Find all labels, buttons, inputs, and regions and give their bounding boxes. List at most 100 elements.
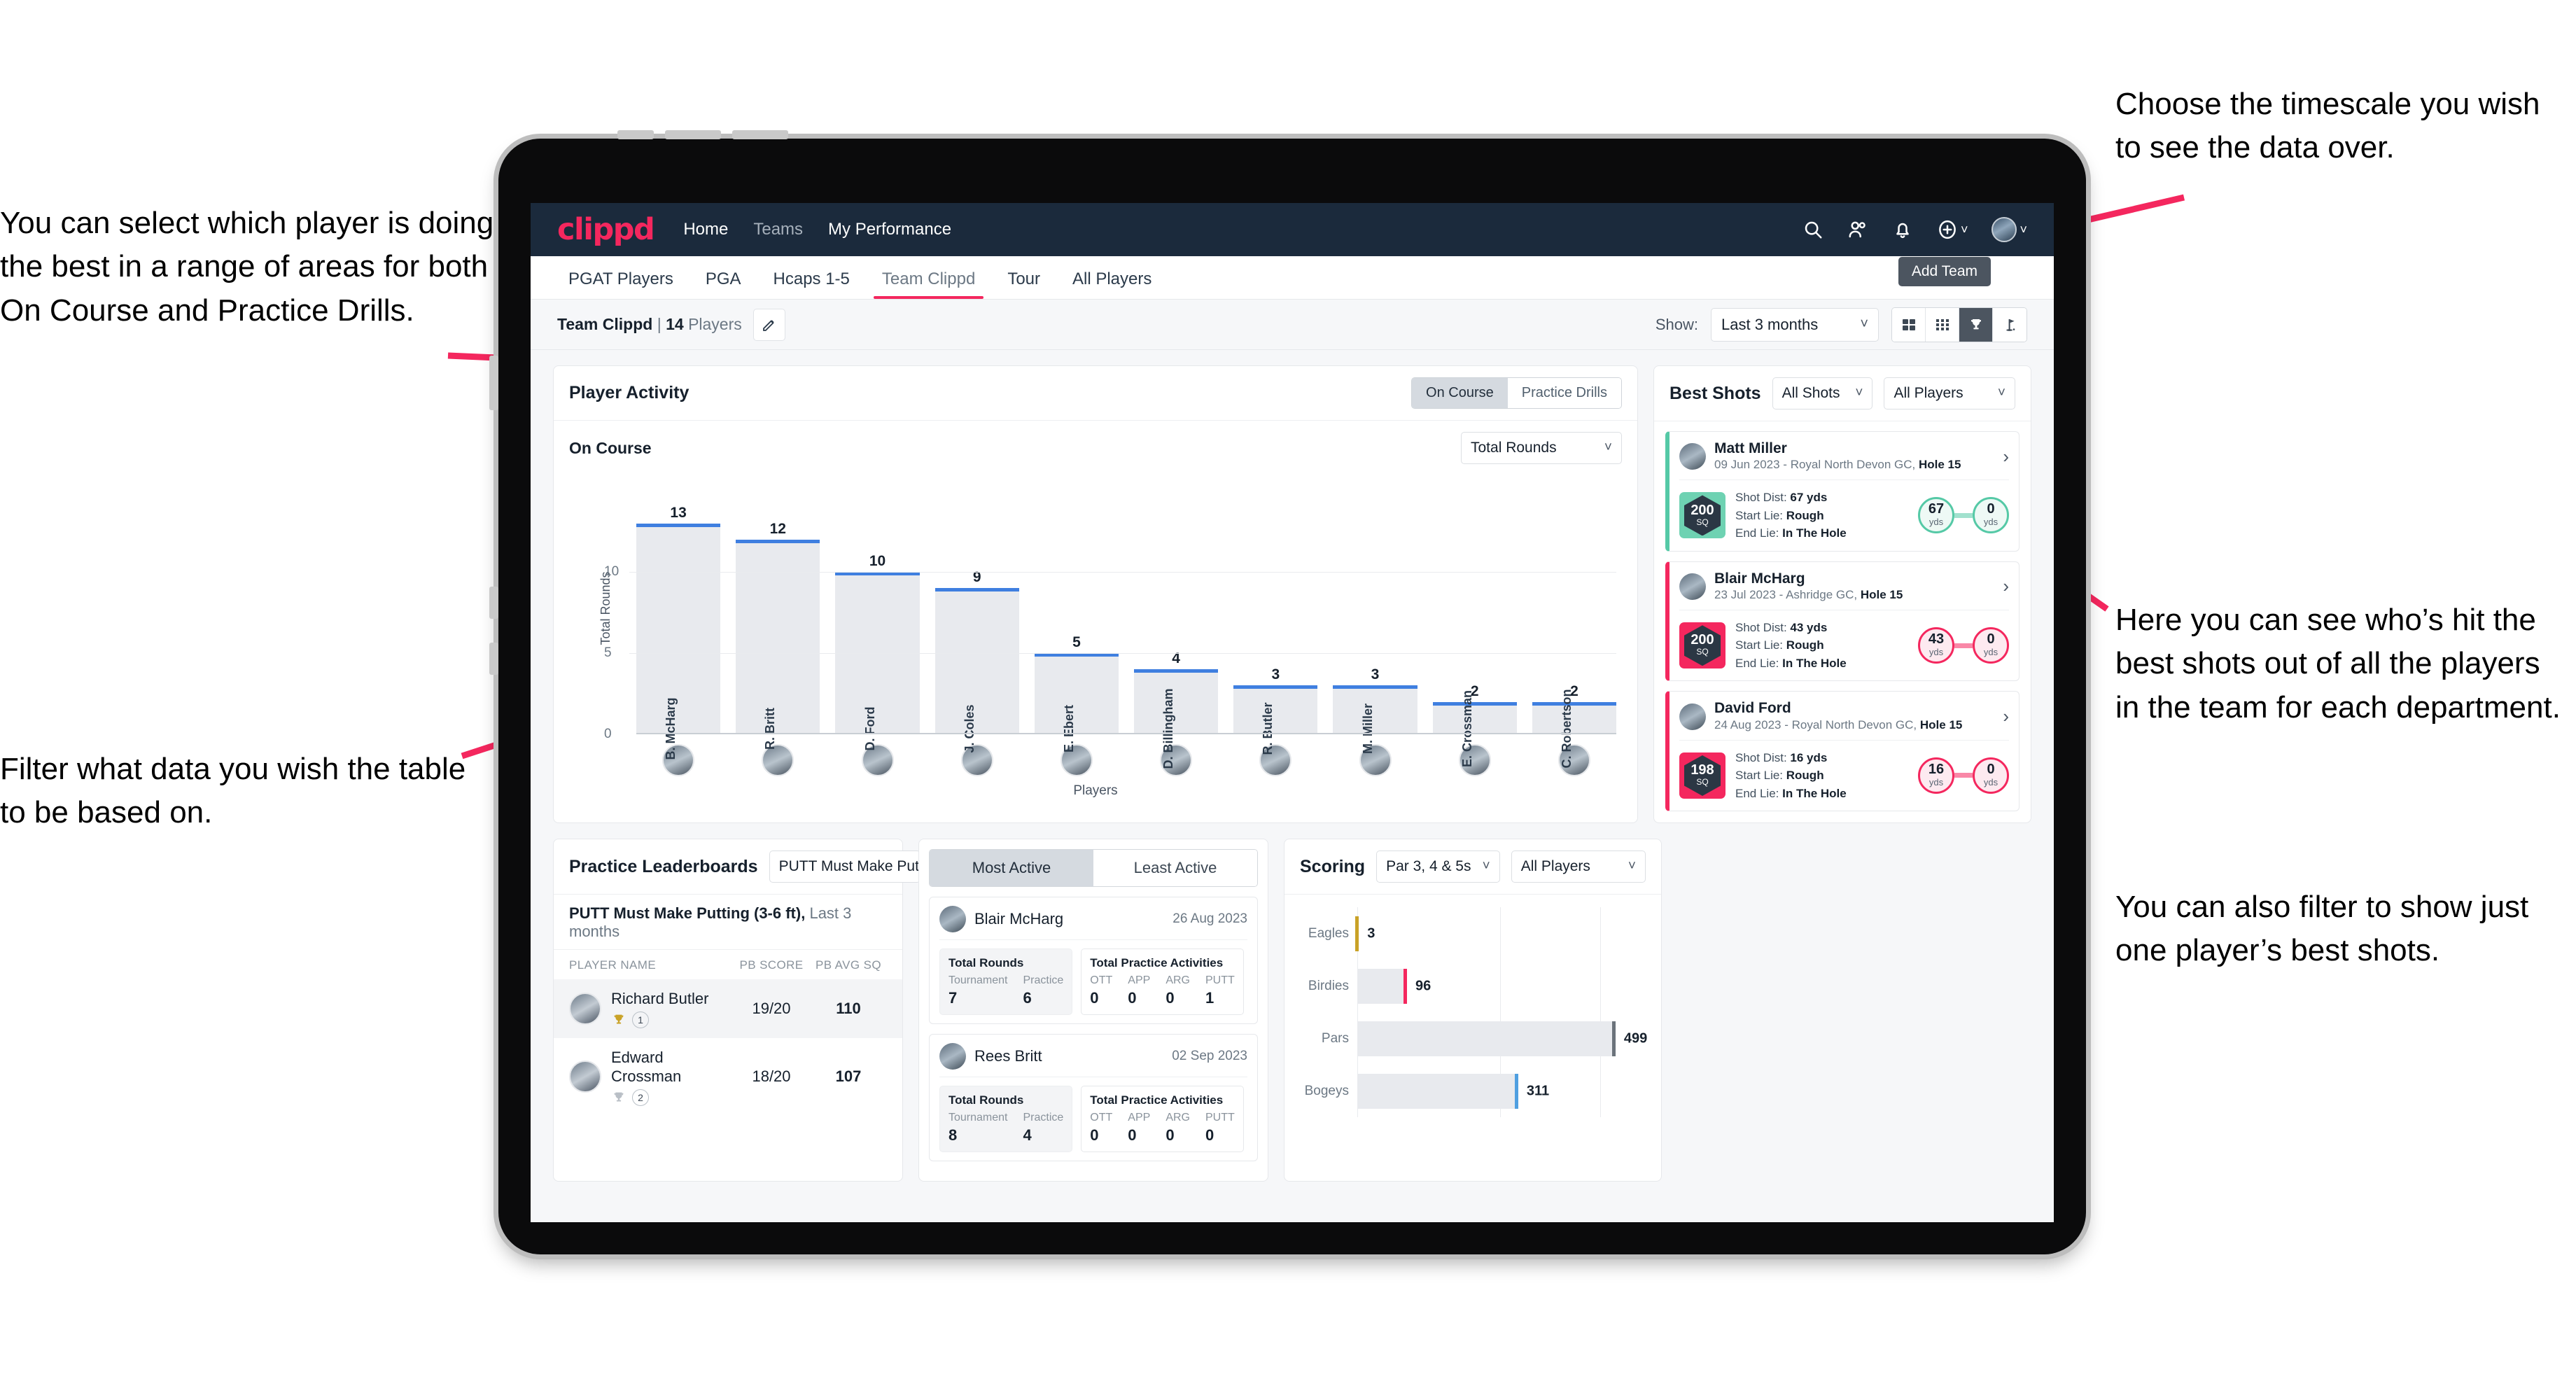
best-shot-header: Blair McHarg 23 Jul 2023 - Ashridge GC, H… <box>1679 570 2009 610</box>
metric-select[interactable]: Total Rounds ˅ <box>1461 432 1622 464</box>
bar-column[interactable]: 5 E. Ebert <box>1034 510 1119 752</box>
metric-select-value: Total Rounds <box>1471 440 1557 456</box>
scoring-bar-row[interactable]: Pars 499 <box>1298 1012 1647 1065</box>
bar-column[interactable]: 13 B. McHarg <box>636 505 721 760</box>
bar-column[interactable]: 3 R. Butler <box>1233 510 1318 755</box>
player-name: Edward Crossman <box>611 1048 682 1086</box>
distance-connector <box>1954 512 1973 518</box>
bar-value-label: 13 <box>670 504 687 521</box>
tab-pga[interactable]: PGA <box>694 270 752 299</box>
leaderboard-drill-name: PUTT Must Make Putting (3-6 ft), <box>569 904 806 923</box>
activity-player-card[interactable]: Blair McHarg 26 Aug 2023 Total Rounds Tourn… <box>929 897 1258 1025</box>
table-row[interactable]: Richard Butler 1 19/20 110 <box>554 979 902 1038</box>
scoring-bar-row[interactable]: Eagles 3 <box>1298 907 1647 960</box>
tab-all-players[interactable]: All Players <box>1061 270 1163 299</box>
drill-select[interactable]: PUTT Must Make Putting ... ˅ <box>769 850 975 883</box>
timescale-select[interactable]: Last 3 months ˅ <box>1711 307 1879 342</box>
tab-hcaps-1-5[interactable]: Hcaps 1-5 <box>762 270 861 299</box>
power-button[interactable] <box>617 130 654 139</box>
toolbar-right-group: Show: Last 3 months ˅ <box>1656 307 2027 342</box>
tab-tour[interactable]: Tour <box>996 270 1051 299</box>
player-avatar[interactable] <box>636 744 720 776</box>
best-shot-card[interactable]: David Ford 24 Aug 2023 - Royal North Devo… <box>1665 691 2019 812</box>
tab-least-active[interactable]: Least Active <box>1093 850 1257 887</box>
player-activity-header: Player Activity On Course Practice Drill… <box>554 366 1637 421</box>
best-shots-list: Matt Miller 09 Jun 2023 - Royal North Dev… <box>1654 421 2031 822</box>
chevron-down-icon: ˅ <box>1604 440 1612 455</box>
scoring-bar-row[interactable]: Bogeys 311 <box>1298 1065 1647 1117</box>
bar-column[interactable]: 12 R. Britt <box>736 510 820 750</box>
player-avatar[interactable] <box>736 744 820 776</box>
view-toggle-group <box>1891 307 2027 342</box>
nav-link-home[interactable]: Home <box>683 220 728 239</box>
bar-value-label: 10 <box>869 553 886 570</box>
bar-column[interactable]: 2 C. Robertson <box>1532 510 1617 769</box>
tab-pgat-players[interactable]: PGAT Players <box>557 270 685 299</box>
practice-value: 0 <box>1128 989 1137 1007</box>
best-shot-body: 200 SQ Shot Dist: 43 yds Start Lie: Rough En… <box>1679 610 2009 673</box>
side-button-1[interactable] <box>489 356 498 410</box>
trophy-view-icon[interactable] <box>1959 307 1993 342</box>
scoring-bar <box>1357 968 1407 1004</box>
scoring-bar-cap <box>1611 1021 1616 1056</box>
rounds-value: 6 <box>1023 989 1032 1007</box>
segment-practice-drills[interactable]: Practice Drills <box>1507 378 1621 408</box>
rounds-key: Tournament <box>948 1112 1008 1124</box>
bar-column[interactable]: 10 D. Ford <box>835 510 920 751</box>
par-filter-select[interactable]: Par 3, 4 & 5s ˅ <box>1376 850 1500 883</box>
practice-value: 0 <box>1166 989 1175 1007</box>
team-title: Team Clippd | 14 Players <box>557 315 742 334</box>
shot-details: Shot Dist: 43 yds Start Lie: Rough End Lie… <box>1735 619 1847 673</box>
bell-icon[interactable] <box>1892 219 1913 240</box>
bar-category-label: M. Miller <box>1360 703 1375 755</box>
bar-column[interactable]: 3 M. Miller <box>1333 510 1418 754</box>
badge-value: 198 <box>1690 762 1714 778</box>
player-avatar[interactable] <box>1134 744 1218 776</box>
trophy-icon <box>614 1014 624 1024</box>
tab-team-clippd[interactable]: Team Clippd <box>871 270 986 299</box>
bar: 13 B. McHarg <box>636 505 721 760</box>
bar-column[interactable]: 4 D. Billingham <box>1134 510 1219 769</box>
pb-score-cell: 18/20 <box>752 1068 791 1086</box>
activity-player-card[interactable]: Rees Britt 02 Sep 2023 Total Rounds Tournam… <box>929 1034 1258 1162</box>
scoring-bar-row[interactable]: Birdies 96 <box>1298 960 1647 1012</box>
dashboard-row-top: Player Activity On Course Practice Drill… <box>553 365 2031 824</box>
best-shots-player-filter[interactable]: All Players ˅ <box>1884 377 2015 410</box>
chevron-right-icon[interactable]: › <box>2003 575 2009 597</box>
side-button-2[interactable] <box>489 587 498 619</box>
best-shots-shot-filter[interactable]: All Shots ˅ <box>1772 377 1873 410</box>
shot-quality-badge: 198 SQ <box>1679 752 1726 799</box>
scoring-player-filter[interactable]: All Players ˅ <box>1511 850 1646 883</box>
bar-column[interactable]: 2 E. Crossman <box>1432 510 1517 767</box>
shot-details: Shot Dist: 16 yds Start Lie: Rough End Lie… <box>1735 749 1847 803</box>
tab-most-active[interactable]: Most Active <box>930 850 1093 887</box>
nav-link-my-performance[interactable]: My Performance <box>828 220 951 239</box>
scoring-value-label: 96 <box>1415 978 1432 994</box>
flag-view-icon[interactable] <box>1993 307 2026 342</box>
nav-link-teams[interactable]: Teams <box>753 220 803 239</box>
volume-down-button[interactable] <box>732 130 788 139</box>
rounds-value: 7 <box>948 989 958 1007</box>
edit-team-button[interactable] <box>752 308 785 341</box>
chevron-right-icon[interactable]: › <box>2003 446 2009 468</box>
chevron-right-icon[interactable]: › <box>2003 706 2009 727</box>
player-avatar[interactable] <box>1233 744 1317 776</box>
bar-column[interactable]: 9 J. Coles <box>934 510 1019 753</box>
side-button-3[interactable] <box>489 643 498 675</box>
grid-view-icon[interactable] <box>1926 307 1959 342</box>
bar: 3 M. Miller <box>1333 666 1418 754</box>
table-row[interactable]: Edward Crossman 2 18/20 107 <box>554 1038 902 1116</box>
cards-view-icon[interactable] <box>1892 307 1926 342</box>
practice-value: 0 <box>1166 1126 1175 1144</box>
segment-on-course[interactable]: On Course <box>1412 378 1508 408</box>
bar: 2 E. Crossman <box>1432 683 1517 767</box>
volume-up-button[interactable] <box>665 130 721 139</box>
bar-category-label: R. Britt <box>763 708 778 750</box>
plus-circle-icon[interactable]: ˅ <box>1937 219 1968 240</box>
avatar[interactable]: ˅ <box>1991 217 2027 242</box>
people-icon[interactable] <box>1847 219 1868 240</box>
clippd-logo[interactable]: clippd <box>557 212 655 247</box>
best-shot-card[interactable]: Matt Miller 09 Jun 2023 - Royal North Dev… <box>1665 431 2019 552</box>
search-icon[interactable] <box>1802 219 1823 240</box>
best-shot-card[interactable]: Blair McHarg 23 Jul 2023 - Ashridge GC, H… <box>1665 561 2019 682</box>
